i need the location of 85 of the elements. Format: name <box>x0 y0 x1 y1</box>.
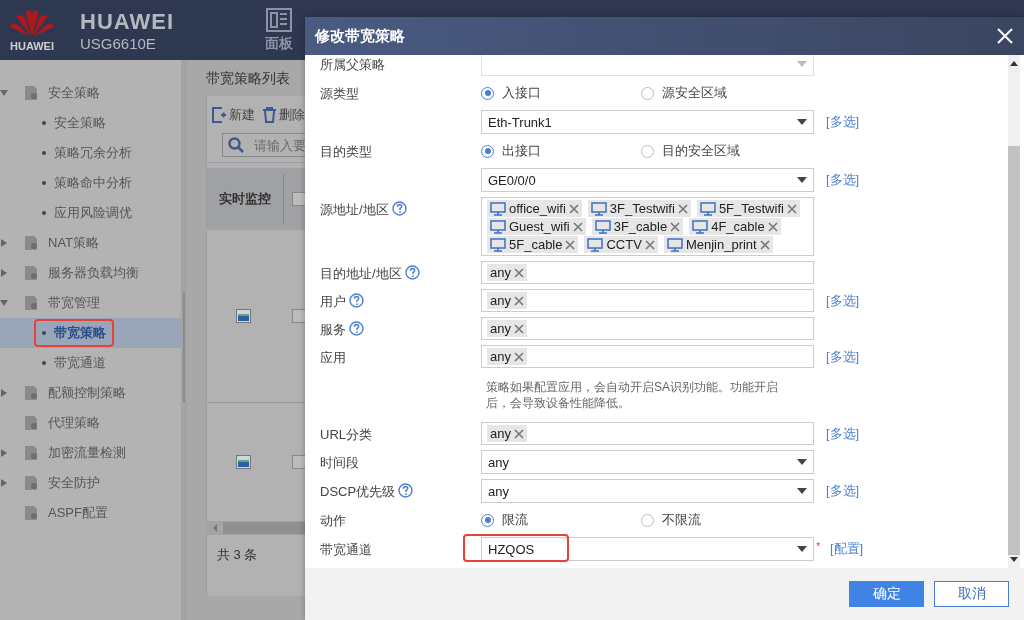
radio-option[interactable]: 入接口 <box>481 84 641 102</box>
sidebar-subitem-label: 带宽通道 <box>34 349 114 377</box>
field-link[interactable]: [配置] <box>830 540 864 558</box>
field-label: 用户 <box>320 293 346 311</box>
field-link[interactable]: [多选] <box>826 113 860 131</box>
field-label: 源类型 <box>320 85 359 103</box>
field-label: 服务 <box>320 321 346 339</box>
sidebar-item[interactable]: 加密流量检测 <box>0 438 181 468</box>
sidebar-subitem[interactable]: 应用风险调优 <box>0 198 181 228</box>
sidebar-subitem[interactable]: 策略命中分析 <box>0 168 181 198</box>
toolbar-button[interactable]: 删除 <box>263 104 305 126</box>
row-count: 共 3 条 <box>216 546 258 564</box>
select-field[interactable]: any <box>481 479 814 503</box>
sidebar-subitem-label: 带宽策略 <box>34 319 114 347</box>
tag: Guest_wifi <box>487 218 586 235</box>
sidebar-item[interactable]: 服务器负载均衡 <box>0 258 181 288</box>
field-label: 源地址/地区 <box>320 201 389 219</box>
required-mark: * <box>816 540 822 552</box>
tag: any <box>487 320 527 337</box>
radio-option[interactable]: 限流 <box>481 511 641 529</box>
sidebar-item[interactable]: 安全策略 <box>0 78 181 108</box>
tag: Menjin_print <box>663 236 773 253</box>
radio-option[interactable]: 出接口 <box>481 142 641 160</box>
tag-field[interactable]: any <box>481 422 814 445</box>
tag: 5F_cable <box>487 236 579 253</box>
field-label: 目的地址/地区 <box>320 265 402 283</box>
tag-field[interactable]: office_wifi 3F_Testwifi 5F_Testwifi Guest_wifi 3F_cable 4F_cable 5F_cable CCTV Menjin_print <box>481 197 814 256</box>
tag-field[interactable]: any <box>481 317 814 340</box>
tag: any <box>487 348 527 365</box>
sidebar-subitem[interactable]: 带宽通道 <box>0 348 181 378</box>
field-label: 带宽通道 <box>320 541 372 559</box>
sidebar-item[interactable]: 代理策略 <box>0 408 181 438</box>
sidebar-subitem[interactable]: 安全策略 <box>0 108 181 138</box>
tag: any <box>487 264 527 281</box>
field-link[interactable]: [多选] <box>826 292 860 310</box>
field-label: 时间段 <box>320 454 359 472</box>
field-label: DSCP优先级 <box>320 483 396 501</box>
sidebar-item[interactable]: NAT策略 <box>0 228 181 258</box>
sidebar-subitem-label: 安全策略 <box>34 109 114 137</box>
tag: 4F_cable <box>689 218 781 235</box>
tag-field[interactable]: any <box>481 289 814 312</box>
tag: 5F_Testwifi <box>696 200 800 217</box>
tag: any <box>487 425 527 442</box>
tag: office_wifi <box>487 200 582 217</box>
select-field[interactable]: HZQOS <box>481 537 814 561</box>
field-note: 策略如果配置应用，会自动开启SA识别功能。功能开启后，会导致设备性能降低。 <box>485 379 779 412</box>
select-field[interactable]: Eth-Trunk1 <box>481 110 814 134</box>
sidebar-subitem-label: 策略冗余分析 <box>34 139 140 167</box>
panel-title: 带宽策略列表 <box>206 69 290 88</box>
column-header: 实时监控 <box>207 174 284 224</box>
sidebar-item[interactable]: 配额控制策略 <box>0 378 181 408</box>
cancel-button[interactable]: 取消 <box>934 581 1009 607</box>
sidebar-subitem[interactable]: 带宽策略 <box>0 318 181 348</box>
sidebar-subitem[interactable]: 策略冗余分析 <box>0 138 181 168</box>
tag: 3F_Testwifi <box>587 200 691 217</box>
field-label: URL分类 <box>320 426 372 444</box>
sidebar-item[interactable]: 安全防护 <box>0 468 181 498</box>
select-field[interactable]: GE0/0/0 <box>481 168 814 192</box>
field-link[interactable]: [多选] <box>826 482 860 500</box>
sidebar-item[interactable]: 带宽管理 <box>0 288 181 318</box>
toolbar-button[interactable]: 新建 <box>212 104 255 126</box>
sidebar-subitem-label: 策略命中分析 <box>34 169 140 197</box>
radio-option[interactable]: 不限流 <box>641 511 801 529</box>
field-link[interactable]: [多选] <box>826 171 860 189</box>
logo-text: HUAWEI <box>10 40 54 52</box>
tag-field[interactable]: any <box>481 261 814 284</box>
radio-option[interactable]: 目的安全区域 <box>641 142 801 160</box>
radio-option[interactable]: 源安全区域 <box>641 84 801 102</box>
field-label: 动作 <box>320 512 346 530</box>
sidebar-item[interactable]: ASPF配置 <box>0 498 181 528</box>
nav-tab[interactable]: 面板 <box>265 7 293 53</box>
field-label: 应用 <box>320 349 346 367</box>
tag: any <box>487 292 527 309</box>
field-link[interactable]: [多选] <box>826 348 860 366</box>
dialog-title: 修改带宽策略 <box>315 26 405 46</box>
field-link[interactable]: [多选] <box>826 425 860 443</box>
field-label: 所属父策略 <box>320 56 385 74</box>
tag: 3F_cable <box>591 218 684 235</box>
confirm-button[interactable]: 确定 <box>849 581 924 607</box>
sidebar-subitem-label: 应用风险调优 <box>34 199 140 227</box>
brand-name: HUAWEI <box>80 8 175 35</box>
tag: CCTV <box>584 236 658 253</box>
model-name: USG6610E <box>80 34 157 52</box>
select-field[interactable]: any <box>481 450 814 474</box>
tag-field[interactable]: any <box>481 345 814 368</box>
